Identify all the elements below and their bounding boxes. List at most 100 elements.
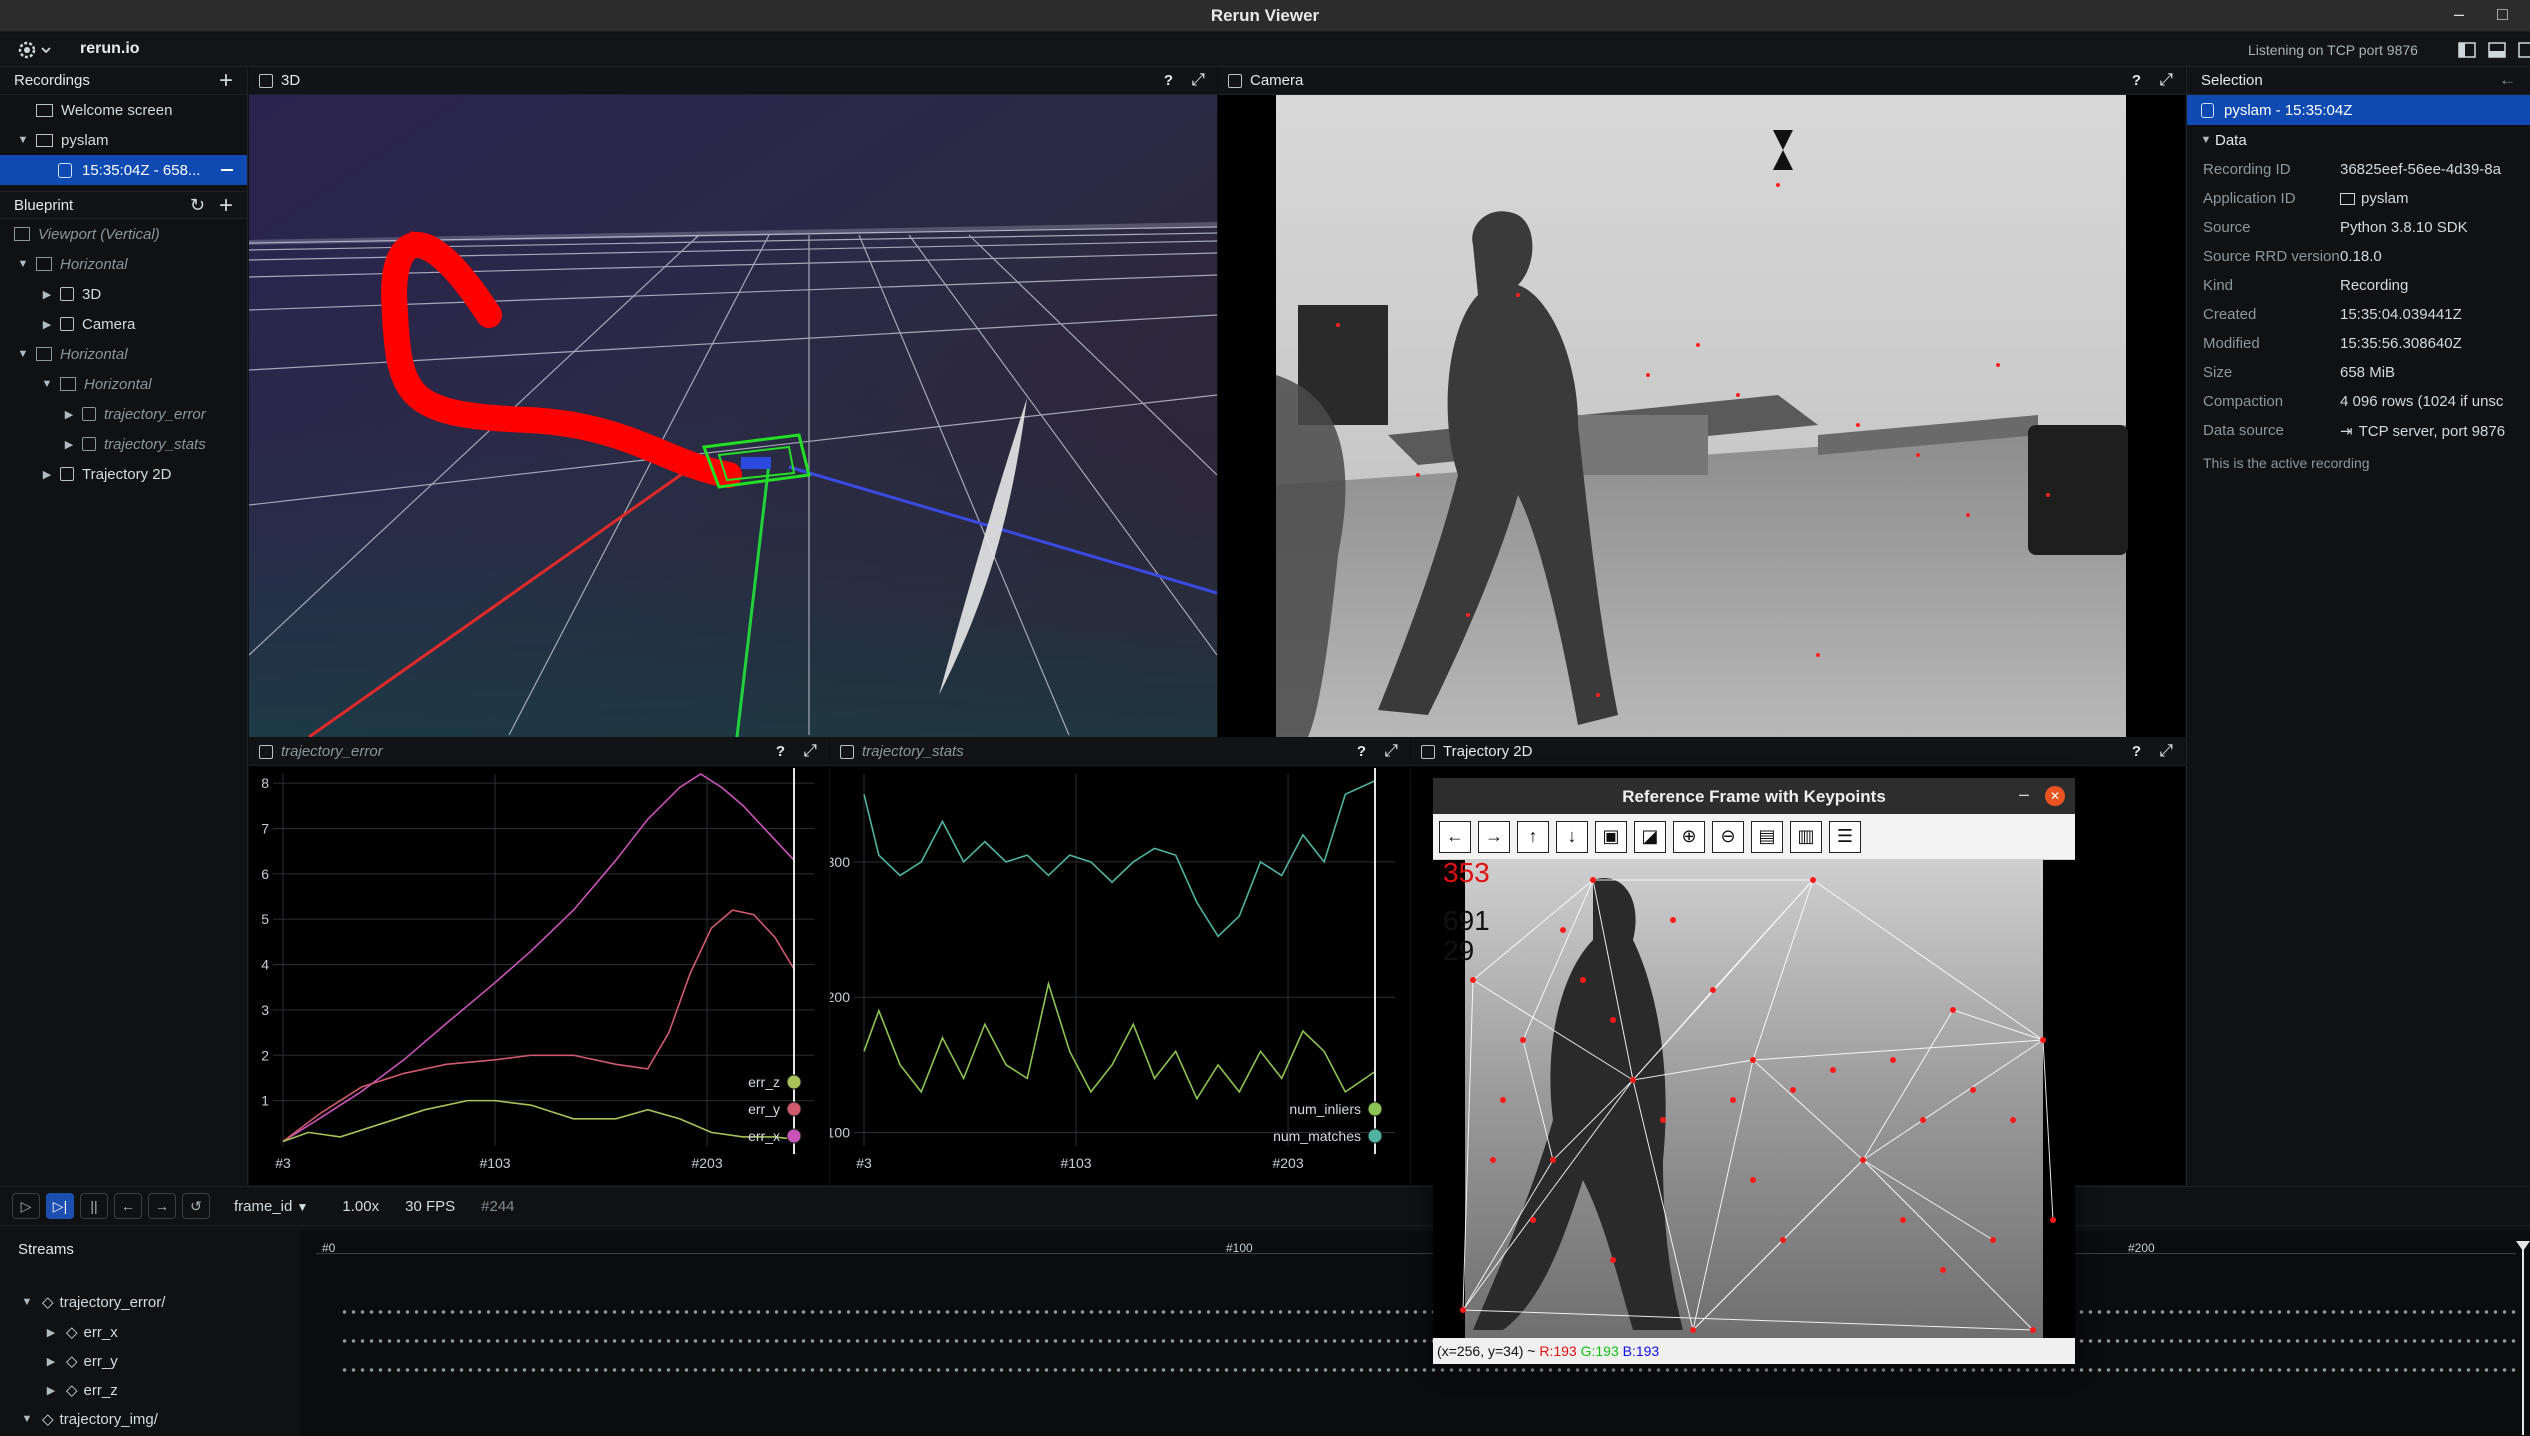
legend-swatch[interactable] [1367, 1128, 1383, 1144]
minimize-button[interactable]: – [2454, 4, 2464, 25]
add-recording-icon[interactable]: + [219, 67, 233, 95]
selected-item[interactable]: pyslam - 15:35:04Z [2187, 95, 2530, 125]
help-icon[interactable]: ? [2132, 743, 2141, 760]
app-menu-icon[interactable] [16, 39, 52, 65]
pan-up-icon[interactable]: ↑ [1517, 820, 1549, 853]
legend-swatch[interactable] [786, 1074, 802, 1090]
playback-speed[interactable]: 1.00x [342, 1198, 379, 1215]
pause-icon[interactable]: || [80, 1193, 108, 1219]
save-icon[interactable]: ▤ [1751, 820, 1783, 853]
series-line-err_z[interactable] [282, 1099, 795, 1143]
add-view-icon[interactable]: + [219, 192, 233, 220]
legend-swatch[interactable] [1367, 1101, 1383, 1117]
blueprint-horizontal-3[interactable]: ▼ Horizontal [0, 369, 247, 399]
step-back-icon[interactable]: ← [114, 1193, 142, 1219]
expand-arrow-icon[interactable]: ▼ [14, 134, 32, 146]
y-tick-label: 8 [261, 775, 269, 791]
blueprint-viewport[interactable]: Viewport (Vertical) [0, 219, 247, 249]
expand-arrow-icon[interactable]: ▶ [60, 408, 78, 421]
help-icon[interactable]: ? [1164, 72, 1173, 89]
time-ruler-area[interactable]: #0 #100 #200 [300, 1231, 2530, 1436]
stream-trajectory-error[interactable]: ▼ ◇ trajectory_error/ [18, 1287, 166, 1317]
help-icon[interactable]: ? [2132, 72, 2141, 89]
stream-trajectory-img[interactable]: ▼ ◇ trajectory_img/ [18, 1404, 158, 1434]
blueprint-view-trajectory-error[interactable]: ▶ trajectory_error [0, 399, 247, 429]
expand-arrow-icon[interactable]: ▶ [38, 468, 56, 481]
reset-blueprint-icon[interactable]: ↻ [190, 195, 205, 216]
blueprint-horizontal-1[interactable]: ▼ Horizontal [0, 249, 247, 279]
expand-arrow-icon[interactable]: ▼ [38, 378, 56, 390]
help-icon[interactable]: ? [776, 743, 785, 760]
camera-image[interactable] [1218, 95, 2185, 737]
pan-down-icon[interactable]: ↓ [1556, 820, 1588, 853]
stream-err-y[interactable]: ▶ ◇ err_y [42, 1346, 118, 1376]
stream-events-err-z[interactable] [340, 1368, 2520, 1372]
zoom-original-icon[interactable]: ◪ [1634, 820, 1666, 853]
current-frame[interactable]: #244 [481, 1198, 514, 1215]
maximize-button[interactable]: □ [2497, 4, 2508, 25]
legend-swatch[interactable] [786, 1128, 802, 1144]
expand-arrow-icon[interactable]: ▶ [42, 1326, 60, 1339]
recording-welcome-screen[interactable]: Welcome screen [0, 95, 247, 125]
blueprint-view-camera[interactable]: ▶ Camera [0, 309, 247, 339]
zoom-out-icon[interactable]: ⊖ [1712, 820, 1744, 853]
maximize-view-icon[interactable]: ⤢ [1191, 70, 1205, 90]
expand-arrow-icon[interactable]: ▶ [42, 1384, 60, 1397]
loop-icon[interactable]: ↺ [182, 1193, 210, 1219]
stream-events-err-x[interactable] [340, 1310, 2520, 1314]
expand-arrow-icon[interactable]: ▶ [38, 318, 56, 331]
zoom-in-icon[interactable]: ⊕ [1673, 820, 1705, 853]
play-icon[interactable]: ▷ [12, 1193, 40, 1219]
blueprint-horizontal-2[interactable]: ▼ Horizontal [0, 339, 247, 369]
opencv-minimize-button[interactable]: – [2019, 784, 2029, 805]
maximize-view-icon[interactable]: ⤢ [2159, 741, 2173, 761]
playback-fps[interactable]: 30 FPS [405, 1198, 455, 1215]
expand-arrow-icon[interactable]: ▶ [42, 1355, 60, 1368]
back-arrow-icon[interactable]: ← [2499, 70, 2516, 90]
keypoints-image[interactable]: 353 691 29 [1433, 860, 2075, 1338]
series-line-err_x[interactable] [282, 773, 795, 1143]
expand-arrow-icon[interactable]: ▼ [18, 1296, 36, 1308]
blueprint-view-trajectory-2d[interactable]: ▶ Trajectory 2D [0, 459, 247, 489]
copy-icon[interactable]: ▥ [1790, 820, 1822, 853]
trajectory-stats-chart[interactable]: 100 200 300 #3 #103 #203 num_inliers num_matche… [827, 766, 1410, 1185]
legend-swatch[interactable] [786, 1101, 802, 1117]
stream-events-err-y[interactable] [340, 1339, 2520, 1343]
opencv-close-button[interactable]: ✕ [2045, 786, 2065, 806]
collapse-arrow-icon[interactable]: ▼ [2197, 134, 2215, 146]
stream-err-z[interactable]: ▶ ◇ err_z [42, 1375, 118, 1405]
step-forward-icon[interactable]: → [148, 1193, 176, 1219]
maximize-view-icon[interactable]: ⤢ [1384, 741, 1398, 761]
3d-scene[interactable] [249, 95, 1217, 737]
properties-icon[interactable]: ☰ [1829, 820, 1861, 853]
blueprint-view-trajectory-stats[interactable]: ▶ trajectory_stats [0, 429, 247, 459]
pan-left-icon[interactable]: ← [1439, 820, 1471, 853]
expand-arrow-icon[interactable]: ▼ [14, 258, 32, 270]
expand-arrow-icon[interactable]: ▼ [18, 1413, 36, 1425]
expand-arrow-icon[interactable]: ▶ [38, 288, 56, 301]
timeline-selector[interactable]: frame_id ▼ [234, 1198, 308, 1215]
help-icon[interactable]: ? [1357, 743, 1366, 760]
app-name[interactable]: rerun.io [80, 40, 140, 58]
bottom-panel-toggle-icon[interactable] [2488, 42, 2506, 62]
expand-arrow-icon[interactable]: ▶ [60, 438, 78, 451]
series-line-num_inliers[interactable] [863, 980, 1376, 1101]
follow-icon[interactable]: ▷| [46, 1193, 74, 1219]
right-panel-toggle-icon[interactable] [2518, 42, 2530, 62]
series-line-num_matches[interactable] [863, 780, 1376, 938]
pan-right-icon[interactable]: → [1478, 820, 1510, 853]
zoom-fit-icon[interactable]: ▣ [1595, 820, 1627, 853]
trajectory-error-chart[interactable]: 1 2 3 4 5 6 7 8 #3 #103 #203 err_z err_y err_x [249, 766, 829, 1185]
recording-entry-selected[interactable]: 15:35:04Z - 658... [0, 155, 247, 185]
maximize-view-icon[interactable]: ⤢ [803, 741, 817, 761]
time-cursor[interactable] [2522, 1245, 2524, 1435]
close-recording-icon[interactable] [221, 169, 233, 171]
time-cursor-handle-icon[interactable] [2516, 1241, 2530, 1251]
data-section-header[interactable]: ▼ Data [2187, 125, 2530, 155]
left-panel-toggle-icon[interactable] [2458, 42, 2476, 62]
maximize-view-icon[interactable]: ⤢ [2159, 70, 2173, 90]
expand-arrow-icon[interactable]: ▼ [14, 348, 32, 360]
stream-err-x[interactable]: ▶ ◇ err_x [42, 1317, 118, 1347]
blueprint-view-3d[interactable]: ▶ 3D [0, 279, 247, 309]
recording-app-pyslam[interactable]: ▼ pyslam [0, 125, 247, 155]
